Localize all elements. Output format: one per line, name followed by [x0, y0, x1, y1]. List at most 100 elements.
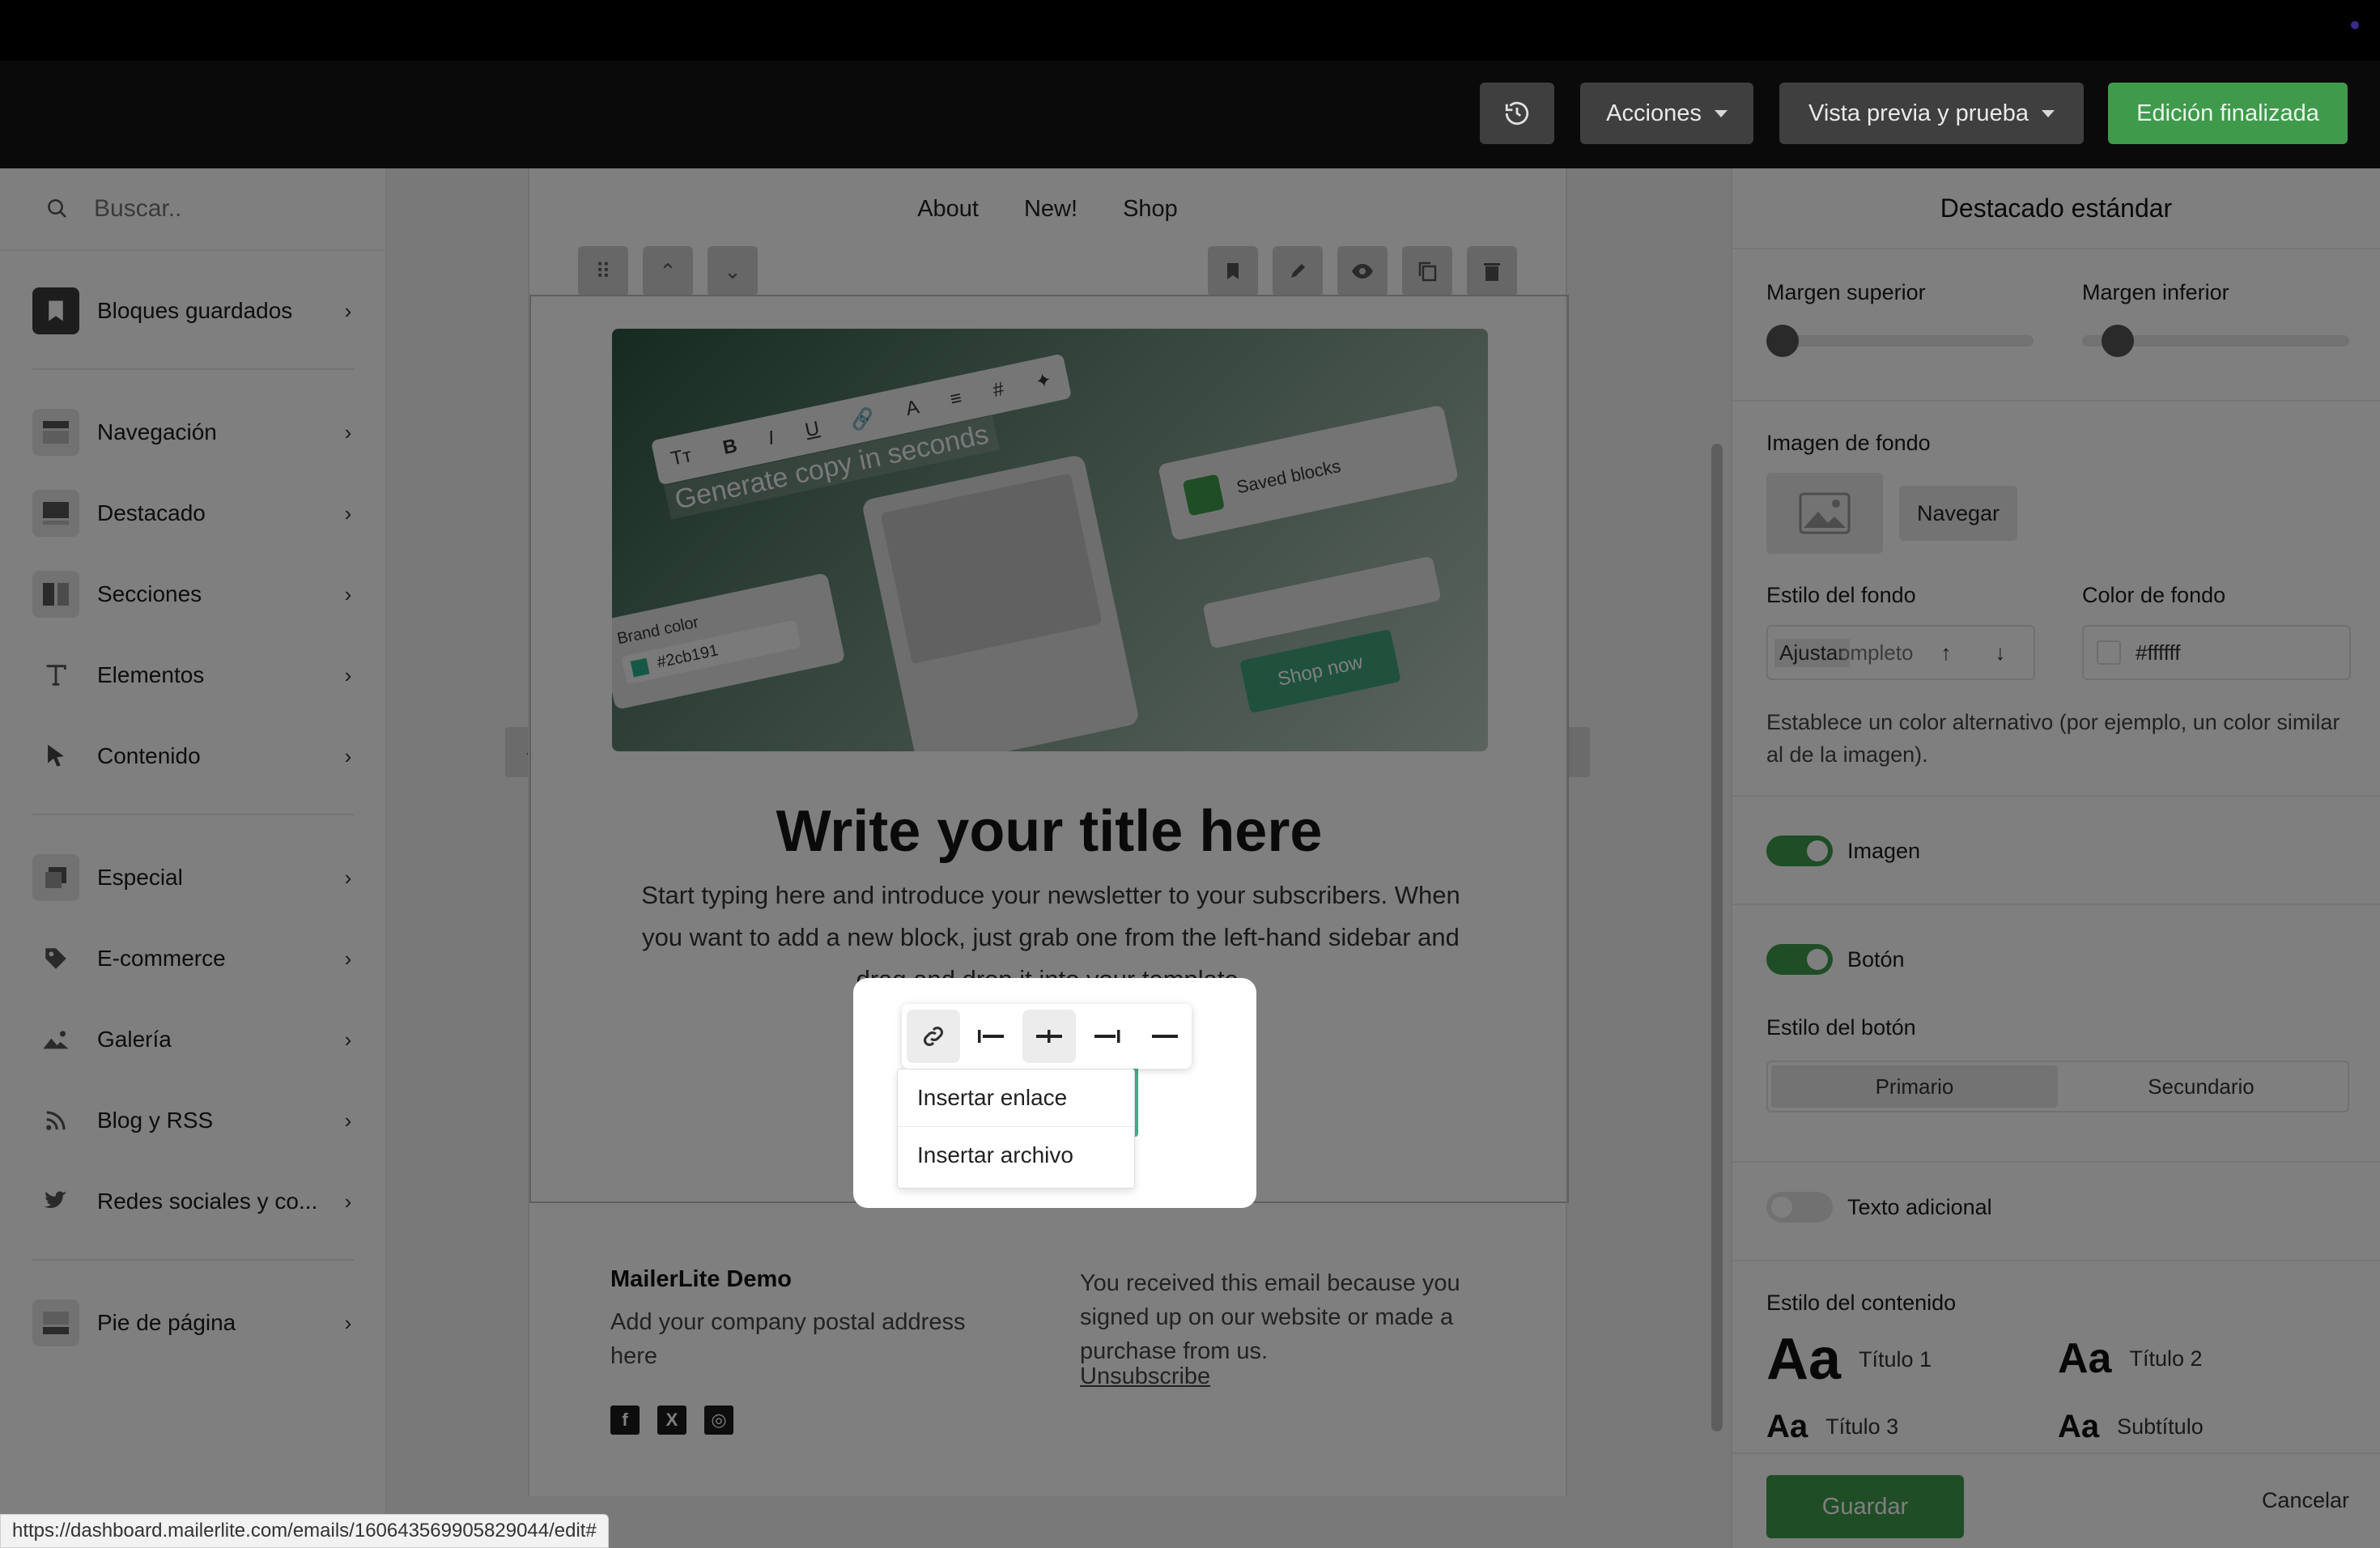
arrow-up-icon[interactable]: ↑	[1940, 640, 1951, 666]
sidebar-item-content[interactable]: Contenido ›	[32, 732, 358, 780]
sidebar-item-ecommerce[interactable]: E-commerce ›	[32, 934, 358, 983]
search-input[interactable]	[94, 195, 385, 223]
trash-icon	[1484, 263, 1500, 281]
arrow-down-icon[interactable]: ↓	[1995, 640, 2005, 666]
cancel-button[interactable]: Cancelar	[2262, 1488, 2349, 1513]
margin-top-slider[interactable]	[1766, 325, 2034, 357]
featured-block-icon	[32, 490, 79, 537]
visibility-button[interactable]	[1337, 246, 1388, 296]
footer-social: f X ◎	[610, 1406, 733, 1435]
sidebar-item-navigation[interactable]: Navegación ›	[32, 408, 358, 457]
save-button[interactable]: Guardar	[1766, 1475, 1964, 1538]
move-down-button[interactable]: ⌄	[708, 246, 758, 296]
preview-test-label: Vista previa y prueba	[1808, 100, 2029, 126]
illustration-phone	[861, 453, 1141, 751]
divider	[1732, 400, 2380, 402]
chevron-right-icon: ›	[344, 743, 352, 768]
align-center-icon	[1035, 1030, 1062, 1043]
style-sample: Aa	[1766, 1409, 1808, 1444]
slider-knob[interactable]	[2102, 325, 2134, 357]
full-width-icon	[1152, 1035, 1179, 1038]
style-sample: Aa	[2058, 1409, 2100, 1444]
panel-footer: Guardar Cancelar	[1732, 1452, 2380, 1548]
hero-image[interactable]: Tт B I U 🔗 A ≡ # ✦ Generate copy in seconds Save…	[612, 329, 1488, 751]
sidebar-item-footer[interactable]: Pie de página ›	[32, 1299, 358, 1347]
align-right-button[interactable]	[1081, 1010, 1134, 1063]
link-menu: Insertar enlace Insertar archivo	[897, 1069, 1135, 1189]
align-left-button[interactable]	[965, 1010, 1018, 1063]
button-style-secondary[interactable]: Secundario	[2058, 1065, 2344, 1108]
navigation-block-icon	[32, 409, 79, 456]
sidebar-item-sections[interactable]: Secciones ›	[32, 570, 358, 619]
chevron-right-icon: ›	[344, 865, 352, 890]
chevron-right-icon: ›	[344, 298, 352, 323]
bookmark-icon	[32, 287, 79, 334]
margin-top-label: Margen superior	[1766, 280, 1926, 304]
nav-link-shop[interactable]: Shop	[1123, 196, 1178, 223]
background-color-label: Color de fondo	[2082, 583, 2226, 607]
illustration-saved-label: Saved blocks	[1235, 455, 1343, 498]
browse-button[interactable]: Navegar	[1899, 486, 2017, 541]
style-option-subtitle[interactable]: Aa Subtítulo	[2058, 1409, 2204, 1445]
bookmark-icon	[1227, 263, 1239, 279]
background-color-field[interactable]: #ffffff	[2082, 625, 2351, 680]
move-up-button[interactable]: ⌃	[643, 246, 693, 296]
style-option-title1[interactable]: Aa Título 1	[1766, 1326, 1932, 1393]
history-button[interactable]	[1480, 83, 1554, 144]
color-swatch[interactable]	[2097, 640, 2121, 665]
background-image-thumb[interactable]	[1766, 473, 1883, 554]
chevron-down-icon	[1714, 109, 1728, 117]
delete-block-button[interactable]	[1467, 246, 1517, 296]
preview-test-dropdown[interactable]: Vista previa y prueba	[1779, 83, 2084, 144]
duplicate-block-button[interactable]	[1402, 246, 1452, 296]
nav-link-about[interactable]: About	[917, 196, 979, 223]
link-button[interactable]	[907, 1010, 960, 1063]
background-style-label: Estilo del fondo	[1766, 583, 1916, 607]
special-icon	[32, 854, 79, 901]
button-toolbar	[902, 1004, 1192, 1069]
background-style-select[interactable]: Ajustar ompleto ↑ ↓	[1766, 625, 2035, 680]
sidebar-item-special[interactable]: Especial ›	[32, 853, 358, 902]
email-nav: About New! Shop	[529, 196, 1566, 223]
sidebar-item-saved-blocks[interactable]: Bloques guardados ›	[32, 287, 358, 335]
insert-file-option[interactable]: Insertar archivo	[898, 1126, 1134, 1183]
insert-link-option[interactable]: Insertar enlace	[898, 1070, 1134, 1126]
unsubscribe-link[interactable]: Unsubscribe	[1080, 1363, 1210, 1390]
style-label: Subtítulo	[2117, 1414, 2204, 1439]
save-block-button[interactable]	[1208, 246, 1258, 296]
done-editing-button[interactable]: Edición finalizada	[2108, 83, 2348, 144]
extra-text-toggle[interactable]	[1766, 1192, 1833, 1223]
drag-handle-button[interactable]: ⠿	[578, 246, 628, 296]
canvas-scrollbar[interactable]	[1711, 444, 1723, 1431]
style-label: Título 3	[1825, 1414, 1899, 1439]
nav-link-new[interactable]: New!	[1024, 196, 1077, 223]
style-option-title2[interactable]: Aa Título 2	[2058, 1334, 2203, 1383]
instagram-icon[interactable]: ◎	[704, 1406, 733, 1435]
email-title[interactable]: Write your title here	[531, 798, 1567, 865]
sidebar-item-elements[interactable]: Elementos ›	[32, 651, 358, 700]
sidebar-item-social[interactable]: Redes sociales y co... ›	[32, 1177, 358, 1226]
button-style-primary[interactable]: Primario	[1771, 1065, 2058, 1108]
image-toggle[interactable]	[1766, 836, 1833, 866]
divider	[1732, 904, 2380, 905]
facebook-icon[interactable]: f	[610, 1406, 640, 1435]
x-icon[interactable]: X	[657, 1406, 686, 1435]
sidebar-item-featured[interactable]: Destacado ›	[32, 489, 358, 538]
pencil-icon	[1291, 264, 1305, 278]
sidebar-item-gallery[interactable]: Galería ›	[32, 1015, 358, 1064]
chevron-right-icon: ›	[344, 500, 352, 525]
edit-block-button[interactable]	[1273, 246, 1323, 296]
divider	[1732, 1260, 2380, 1261]
button-toggle[interactable]	[1766, 944, 1833, 975]
chevron-right-icon: ›	[344, 1027, 352, 1052]
align-center-button[interactable]	[1022, 1010, 1076, 1063]
slider-knob[interactable]	[1766, 325, 1799, 357]
sidebar-item-label: Pie de página	[97, 1310, 236, 1335]
sidebar-item-blog-rss[interactable]: Blog y RSS ›	[32, 1096, 358, 1145]
full-width-button[interactable]	[1138, 1010, 1192, 1063]
margin-bottom-slider[interactable]	[2082, 325, 2349, 357]
email-footer[interactable]: MailerLite Demo Add your company postal …	[529, 1203, 1566, 1495]
background-color-value: #ffffff	[2136, 640, 2181, 665]
acciones-dropdown[interactable]: Acciones	[1580, 83, 1753, 144]
style-option-title3[interactable]: Aa Título 3	[1766, 1409, 1898, 1445]
